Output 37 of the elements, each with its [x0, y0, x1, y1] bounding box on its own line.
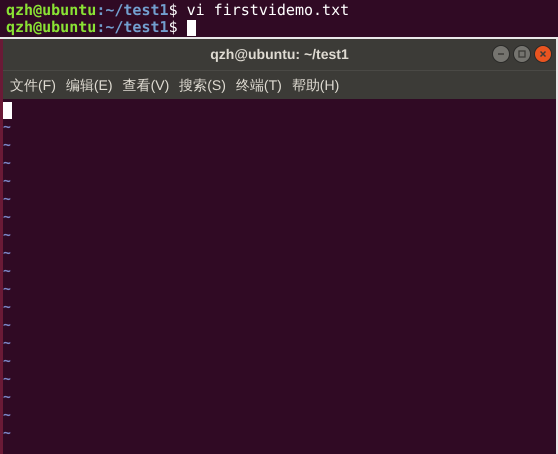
menu-item[interactable]: 搜索(S): [176, 74, 229, 96]
prompt-path: :~/test1: [96, 19, 169, 36]
prompt-user-host: qzh@ubuntu: [6, 19, 96, 36]
command-text: vi firstvidemo.txt: [186, 2, 350, 19]
menu-item[interactable]: 编辑(E): [62, 74, 116, 96]
menu-item[interactable]: 文件(F): [7, 74, 59, 96]
prompt-symbol: $: [168, 19, 178, 36]
menu-item[interactable]: 查看(V): [120, 74, 172, 96]
empty-line-marker: ~: [3, 137, 11, 155]
prompt-path: :~/test1: [96, 2, 169, 19]
empty-line-marker: ~: [3, 263, 11, 281]
menu-item[interactable]: 终端(T): [232, 74, 285, 96]
empty-line-marker: ~: [3, 335, 11, 353]
empty-line-marker: ~: [3, 155, 11, 173]
empty-line-marker: ~: [3, 173, 11, 191]
prompt-symbol: $: [168, 2, 178, 19]
empty-line-marker: ~: [3, 389, 11, 407]
close-button[interactable]: [534, 45, 552, 63]
empty-line-marker: ~: [3, 227, 11, 245]
maximize-button[interactable]: [513, 45, 531, 63]
empty-line-marker: ~: [3, 407, 11, 425]
menu-item[interactable]: 帮助(H): [288, 74, 342, 96]
empty-line-marker: ~: [3, 353, 11, 371]
empty-line-marker: ~: [3, 281, 11, 299]
minimize-button[interactable]: [492, 45, 510, 63]
empty-line-marker: ~: [3, 119, 11, 137]
window-title: qzh@ubuntu: ~/test1: [210, 45, 349, 64]
empty-line-marker: ~: [3, 425, 11, 443]
empty-line-marker: ~: [3, 317, 11, 335]
empty-line-marker: ~: [3, 209, 11, 227]
maximize-icon: [517, 49, 527, 59]
empty-line-marker: ~: [3, 299, 11, 317]
prompt-user-host: qzh@ubuntu: [6, 2, 96, 19]
close-icon: [538, 49, 548, 59]
empty-line-marker: ~: [3, 191, 11, 209]
empty-line-marker: ~: [3, 245, 11, 263]
empty-line-marker: ~: [3, 371, 11, 389]
